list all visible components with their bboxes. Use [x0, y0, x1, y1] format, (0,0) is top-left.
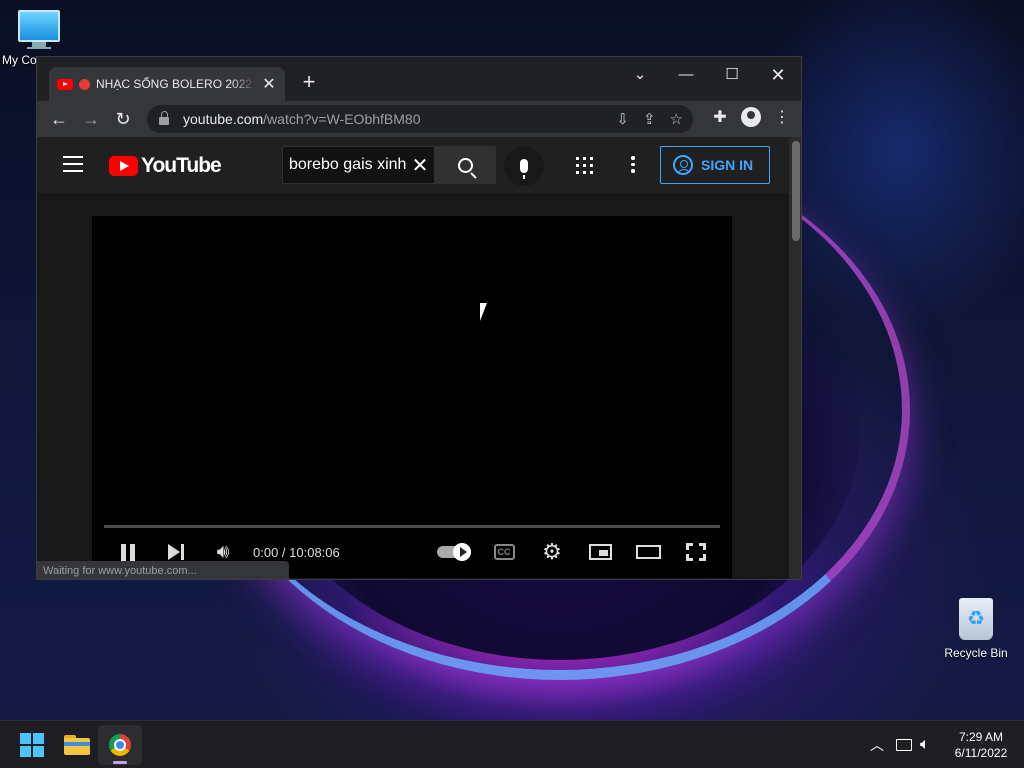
running-indicator [113, 761, 127, 764]
computer-icon [18, 10, 60, 42]
chrome-icon [109, 734, 131, 756]
search-input[interactable]: borebo gais xinh ✕ [282, 146, 434, 184]
search-button[interactable] [434, 146, 496, 184]
mouse-cursor-icon [480, 303, 494, 321]
sign-in-label: SIGN IN [701, 157, 754, 173]
show-hidden-icons-chevron-icon[interactable]: ︿ [870, 721, 884, 768]
browser-window: NHẠC SỐNG BOLERO 2022 T ✕ + ⌄ — ☐ ✕ ← → … [36, 56, 802, 580]
chrome-taskbar-button[interactable] [98, 725, 142, 765]
address-bar[interactable]: youtube.com/watch?v=W-EObhfBM80 ⇩ ⇪ ☆ [147, 105, 693, 133]
url-path: /watch?v=W-EObhfBM80 [263, 111, 421, 127]
profile-avatar-icon[interactable] [741, 107, 761, 127]
maximize-button[interactable]: ☐ [709, 61, 755, 89]
theater-mode-button[interactable] [635, 536, 661, 568]
search-icon [457, 157, 473, 173]
reload-icon[interactable]: ↻ [107, 109, 139, 130]
voice-search-button[interactable] [504, 146, 544, 186]
url-host: youtube.com [183, 111, 264, 127]
share-icon[interactable]: ⇪ [643, 110, 656, 128]
youtube-favicon-icon [57, 78, 73, 90]
tab-search-button[interactable]: ⌄ [617, 61, 663, 89]
scrollbar-thumb[interactable] [792, 141, 800, 241]
minimize-button[interactable]: — [663, 61, 709, 89]
start-button[interactable] [20, 733, 44, 757]
microphone-icon [520, 159, 528, 179]
bookmark-star-icon[interactable]: ☆ [670, 110, 683, 128]
desktop-icon-label: Recycle Bin [944, 646, 1008, 660]
tab-title: NHẠC SỐNG BOLERO 2022 T [96, 77, 255, 91]
forward-arrow-icon[interactable]: → [75, 109, 107, 130]
page-viewport: YouTube borebo gais xinh ✕ SIGN IN 🔊︎ 0:… [37, 137, 789, 579]
subtitles-button[interactable]: CC [493, 536, 515, 568]
autoplay-toggle[interactable] [436, 536, 471, 568]
miniplayer-button[interactable] [588, 536, 612, 568]
desktop-icon-recycle-bin[interactable]: ♻ Recycle Bin [940, 598, 1012, 660]
recording-dot-icon [79, 78, 90, 90]
tab-close-icon[interactable]: ✕ [261, 74, 277, 94]
close-window-button[interactable]: ✕ [755, 61, 801, 89]
back-arrow-icon[interactable]: ← [43, 109, 75, 130]
sign-in-button[interactable]: SIGN IN [660, 146, 770, 184]
system-clock[interactable]: 7:29 AM 6/11/2022 [946, 729, 1016, 761]
speaker-volume-icon[interactable]: 🔈︎ [920, 721, 930, 768]
clock-date: 6/11/2022 [954, 746, 1008, 760]
youtube-logo-text: YouTube [141, 154, 222, 177]
network-icon[interactable] [896, 721, 916, 768]
page-scrollbar[interactable] [789, 137, 801, 579]
extensions-puzzle-icon[interactable]: ✚ [709, 107, 731, 127]
youtube-header: YouTube borebo gais xinh ✕ SIGN IN [37, 137, 789, 193]
youtube-logo[interactable]: YouTube [109, 154, 222, 178]
taskbar: ︿ 🔈︎ 7:29 AM 6/11/2022 [0, 720, 1024, 768]
settings-more-icon[interactable] [631, 156, 635, 176]
youtube-play-logo-icon [109, 156, 138, 176]
fullscreen-button[interactable] [685, 536, 707, 568]
browser-toolbar: ← → ↻ youtube.com/watch?v=W-EObhfBM80 ⇩ … [37, 101, 801, 137]
file-explorer-icon[interactable] [64, 733, 90, 755]
progress-bar[interactable] [104, 525, 720, 528]
hamburger-menu-icon[interactable] [63, 156, 83, 177]
recycle-bin-icon: ♻ [959, 598, 993, 640]
browser-titlebar: NHẠC SỐNG BOLERO 2022 T ✕ + ⌄ — ☐ ✕ [37, 57, 801, 101]
cc-icon: CC [493, 544, 515, 560]
lock-icon[interactable] [159, 111, 169, 125]
status-bubble: Waiting for www.youtube.com... [37, 561, 289, 579]
account-circle-icon [673, 155, 693, 175]
apps-grid-icon[interactable] [576, 157, 593, 174]
video-player[interactable]: 🔊︎ 0:00 / 10:08:06 CC ⚙ [92, 216, 732, 578]
clear-search-icon[interactable]: ✕ [407, 153, 433, 178]
chrome-menu-icon[interactable]: ⋮ [771, 107, 793, 127]
clock-time: 7:29 AM [958, 730, 1004, 744]
settings-gear-icon[interactable]: ⚙ [541, 536, 563, 568]
new-tab-button[interactable]: + [297, 69, 321, 95]
install-app-icon[interactable]: ⇩ [616, 110, 629, 128]
browser-tab-youtube[interactable]: NHẠC SỐNG BOLERO 2022 T ✕ [49, 67, 285, 101]
search-input-value: borebo gais xinh [289, 156, 407, 173]
